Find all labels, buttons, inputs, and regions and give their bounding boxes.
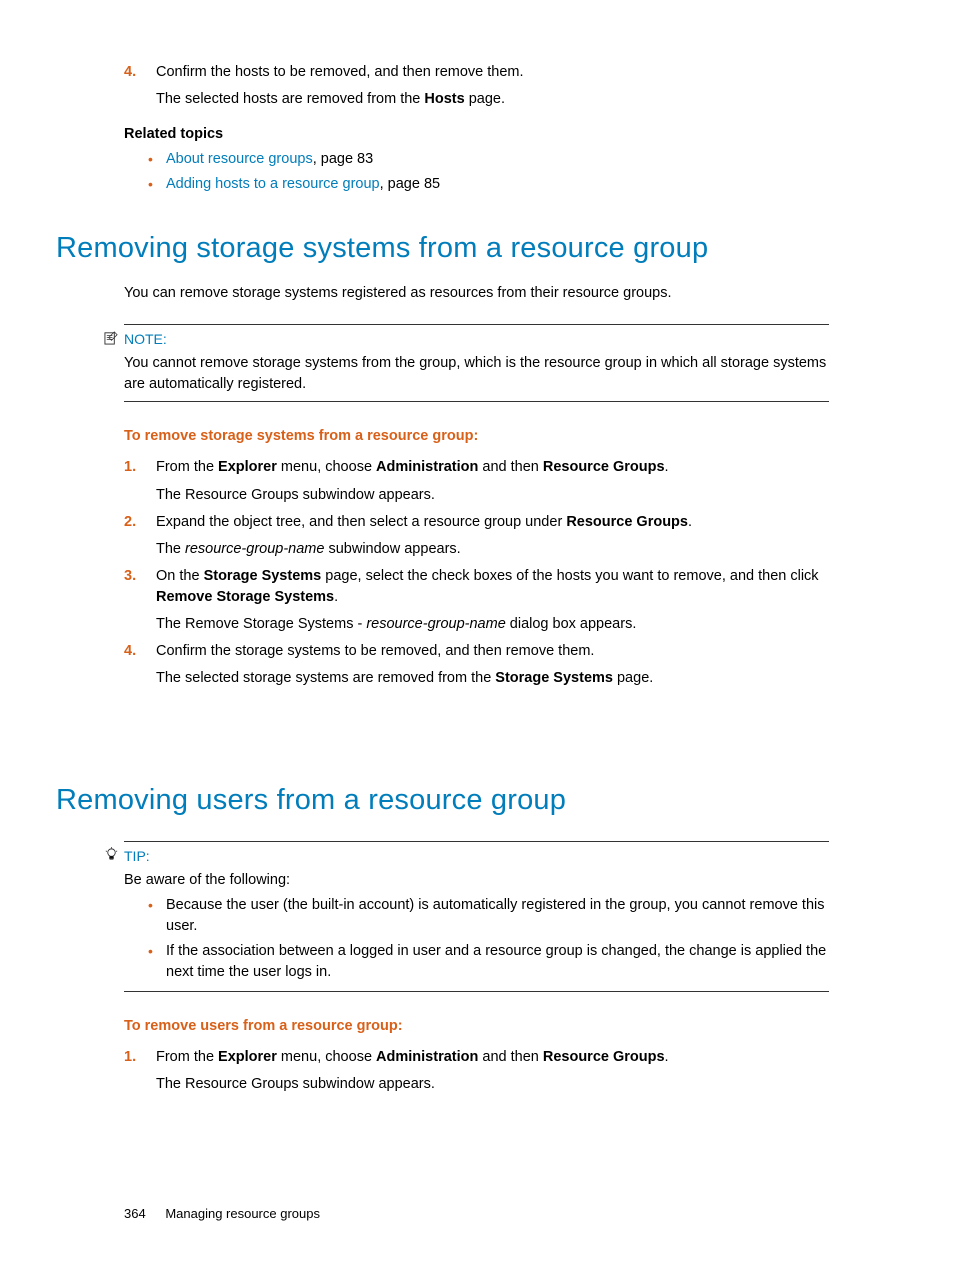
heading-remove-storage: Removing storage systems from a resource… xyxy=(56,227,859,269)
t: page. xyxy=(465,91,505,107)
t: On the xyxy=(156,568,204,584)
top-step-4: 4. Confirm the hosts to be removed, and … xyxy=(124,62,859,110)
t-bold: Resource Groups xyxy=(543,1049,665,1065)
t: From the xyxy=(156,459,218,475)
t: . xyxy=(334,589,338,605)
note-icon xyxy=(104,330,119,345)
top-block: 4. Confirm the hosts to be removed, and … xyxy=(124,62,859,195)
t: . xyxy=(688,514,692,530)
t-bold: Resource Groups xyxy=(566,514,688,530)
related-topic-item: About resource groups, page 83 xyxy=(148,149,859,170)
step-line1: Confirm the storage systems to be remove… xyxy=(156,641,859,662)
note-header: NOTE: xyxy=(124,329,829,349)
step-text: Confirm the hosts to be removed, and the… xyxy=(156,62,859,83)
related-link[interactable]: Adding hosts to a resource group xyxy=(166,176,380,192)
step-text-result: The selected hosts are removed from the … xyxy=(156,89,859,110)
step-line2: The resource-group-name subwindow appear… xyxy=(156,539,859,560)
note-label: NOTE: xyxy=(124,331,167,347)
t: The xyxy=(156,541,185,557)
related-suffix: , page 85 xyxy=(380,176,440,192)
divider xyxy=(124,324,829,325)
step-1: 1. From the Explorer menu, choose Admini… xyxy=(124,1047,859,1095)
procedure-heading: To remove users from a resource group: xyxy=(124,1016,859,1037)
t-bold: Remove Storage Systems xyxy=(156,589,334,605)
tip-item: Because the user (the built-in account) … xyxy=(148,895,829,937)
t: subwindow appears. xyxy=(324,541,460,557)
step-1: 1. From the Explorer menu, choose Admini… xyxy=(124,457,859,505)
footer-title: Managing resource groups xyxy=(165,1206,320,1221)
step-number: 1. xyxy=(124,1047,136,1068)
step-number: 3. xyxy=(124,566,136,587)
t-bold: Storage Systems xyxy=(495,670,613,686)
step-4: 4. Confirm the storage systems to be rem… xyxy=(124,641,859,689)
related-link[interactable]: About resource groups xyxy=(166,151,313,167)
t: menu, choose xyxy=(277,459,376,475)
t: . xyxy=(665,1049,669,1065)
tip-label: TIP: xyxy=(124,848,150,864)
t: and then xyxy=(478,459,543,475)
tip-intro: Be aware of the following: xyxy=(124,870,829,891)
t: The Remove Storage Systems - xyxy=(156,616,366,632)
t: From the xyxy=(156,1049,218,1065)
t: The selected hosts are removed from the xyxy=(156,91,424,107)
tip-item: If the association between a logged in u… xyxy=(148,941,829,983)
sec1-body: You can remove storage systems registere… xyxy=(124,283,859,304)
step-3: 3. On the Storage Systems page, select t… xyxy=(124,566,859,635)
related-topics-heading: Related topics xyxy=(124,124,859,145)
step-number: 4. xyxy=(124,641,136,662)
t-bold: Administration xyxy=(376,459,478,475)
step-line2: The Resource Groups subwindow appears. xyxy=(156,485,859,506)
related-topic-item: Adding hosts to a resource group, page 8… xyxy=(148,174,859,195)
sec2-steps: 1. From the Explorer menu, choose Admini… xyxy=(124,1047,859,1095)
note-body: You cannot remove storage systems from t… xyxy=(124,353,829,395)
sec1-proc: To remove storage systems from a resourc… xyxy=(124,426,859,688)
t: Expand the object tree, and then select … xyxy=(156,514,566,530)
t: menu, choose xyxy=(277,1049,376,1065)
page-footer: 364 Managing resource groups xyxy=(124,1205,859,1224)
divider xyxy=(124,401,829,402)
sec2-proc: To remove users from a resource group: 1… xyxy=(124,1016,859,1095)
top-step-list: 4. Confirm the hosts to be removed, and … xyxy=(124,62,859,110)
sec1-steps: 1. From the Explorer menu, choose Admini… xyxy=(124,457,859,688)
t-bold: Administration xyxy=(376,1049,478,1065)
t-italic: resource-group-name xyxy=(185,541,324,557)
heading-remove-users: Removing users from a resource group xyxy=(56,779,859,821)
related-topics-list: About resource groups, page 83 Adding ho… xyxy=(148,149,859,195)
note-callout: NOTE: You cannot remove storage systems … xyxy=(124,324,859,402)
step-line2: The Resource Groups subwindow appears. xyxy=(156,1074,859,1095)
t-bold: Storage Systems xyxy=(204,568,322,584)
step-line1: Expand the object tree, and then select … xyxy=(156,512,859,533)
step-number: 4. xyxy=(124,62,136,83)
tip-callout: TIP: Be aware of the following: Because … xyxy=(124,841,859,992)
procedure-heading: To remove storage systems from a resourc… xyxy=(124,426,859,447)
tip-list: Because the user (the built-in account) … xyxy=(148,895,829,983)
step-line2: The selected storage systems are removed… xyxy=(156,668,859,689)
tip-icon xyxy=(104,847,119,862)
t-bold: Explorer xyxy=(218,1049,277,1065)
divider xyxy=(124,841,829,842)
step-line1: From the Explorer menu, choose Administr… xyxy=(156,1047,859,1068)
sec1-intro: You can remove storage systems registere… xyxy=(124,283,859,304)
step-2: 2. Expand the object tree, and then sele… xyxy=(124,512,859,560)
t: The selected storage systems are removed… xyxy=(156,670,495,686)
step-line1: From the Explorer menu, choose Administr… xyxy=(156,457,859,478)
page-number: 364 xyxy=(124,1206,146,1221)
t-bold: Explorer xyxy=(218,459,277,475)
related-suffix: , page 83 xyxy=(313,151,373,167)
t-bold: Resource Groups xyxy=(543,459,665,475)
tip-body: Be aware of the following: Because the u… xyxy=(124,870,829,983)
t: and then xyxy=(478,1049,543,1065)
step-line1: On the Storage Systems page, select the … xyxy=(156,566,859,608)
step-line2: The Remove Storage Systems - resource-gr… xyxy=(156,614,859,635)
t-italic: resource-group-name xyxy=(366,616,505,632)
step-number: 1. xyxy=(124,457,136,478)
step-number: 2. xyxy=(124,512,136,533)
t: dialog box appears. xyxy=(506,616,637,632)
divider xyxy=(124,991,829,992)
t-bold: Hosts xyxy=(424,91,464,107)
t: . xyxy=(665,459,669,475)
t: page. xyxy=(613,670,653,686)
t: page, select the check boxes of the host… xyxy=(321,568,818,584)
tip-header: TIP: xyxy=(124,846,829,866)
